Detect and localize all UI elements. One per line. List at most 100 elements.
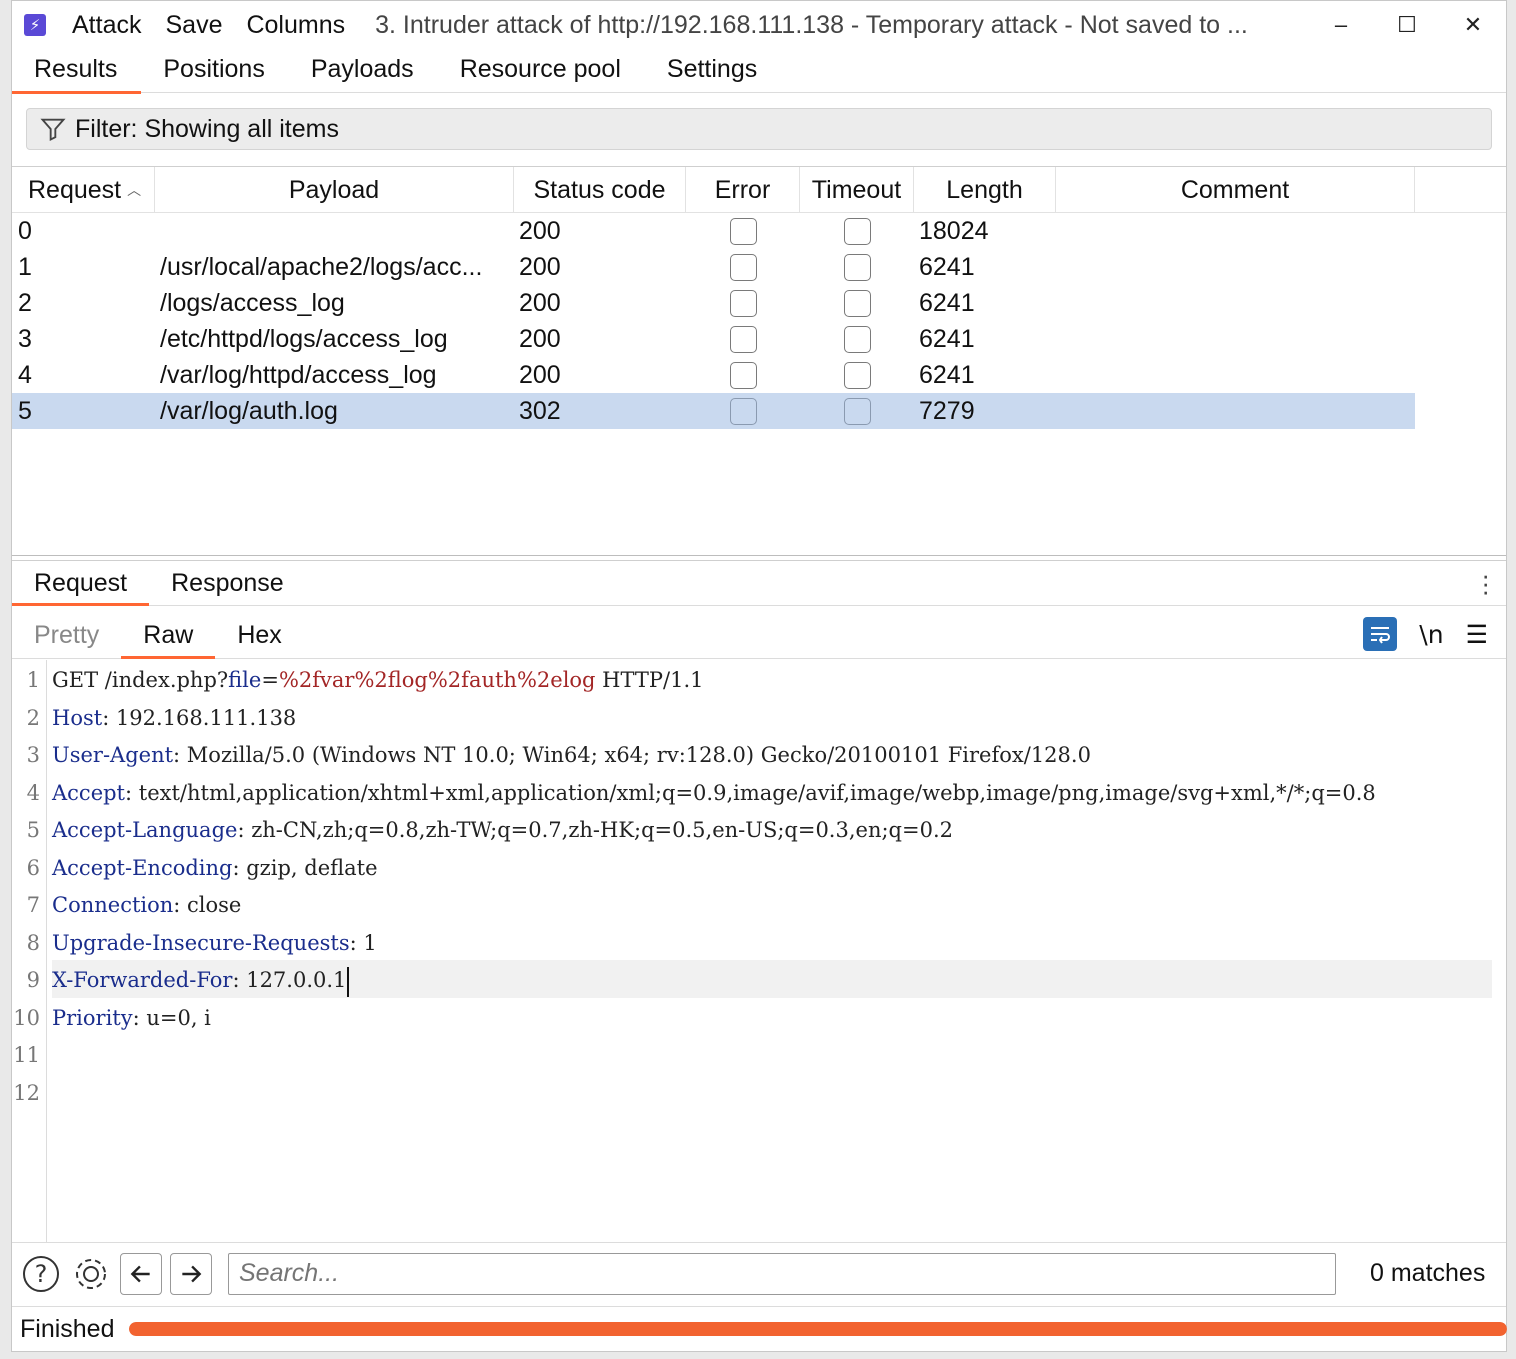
- tab-response[interactable]: Response: [149, 561, 306, 605]
- code-line[interactable]: [52, 1035, 1492, 1073]
- menu-save[interactable]: Save: [165, 11, 222, 40]
- cell-timeout: [800, 285, 914, 321]
- code-text: : 192.168.111.138: [102, 705, 297, 730]
- table-row[interactable]: 2/logs/access_log 200 6241: [12, 285, 1506, 321]
- tab-hex[interactable]: Hex: [215, 609, 303, 658]
- cell-comment: [1056, 285, 1415, 321]
- header-name: Accept: [52, 780, 125, 805]
- line-number-gutter: 1 2 3 4 5 6 7 8 9 10 11 12: [12, 660, 47, 1242]
- newline-toggle[interactable]: \n: [1419, 620, 1443, 649]
- col-timeout[interactable]: Timeout: [800, 167, 914, 213]
- code-line[interactable]: GET /index.php?file=%2fvar%2flog%2fauth%…: [52, 660, 1492, 698]
- search-input[interactable]: [228, 1252, 1336, 1295]
- word-wrap-icon[interactable]: [1363, 617, 1398, 651]
- window-controls: – ☐ ✕: [1308, 1, 1506, 49]
- table-row[interactable]: 5/var/log/auth.log 302 7279: [12, 393, 1415, 429]
- code-line[interactable]: Host: 192.168.111.138: [52, 698, 1492, 736]
- cell-status-code: 200: [519, 216, 561, 245]
- table-row[interactable]: 4/var/log/httpd/access_log 200 6241: [12, 357, 1506, 393]
- more-options-icon[interactable]: · · ·: [1481, 562, 1490, 604]
- col-length[interactable]: Length: [914, 167, 1056, 213]
- burp-app-icon: ⚡: [24, 14, 46, 36]
- code-text: : close: [173, 893, 242, 917]
- text-cursor: [347, 966, 350, 997]
- next-match-button[interactable]: [170, 1252, 212, 1295]
- tab-resource-pool[interactable]: Resource pool: [438, 49, 645, 93]
- line-number: 10: [13, 1005, 40, 1030]
- cell-comment: [1056, 357, 1415, 393]
- cell-status-code: 200: [519, 360, 561, 389]
- menu-attack[interactable]: Attack: [72, 11, 141, 40]
- message-tabs: Request Response · · ·: [12, 560, 1506, 606]
- title-bar: ⚡ Attack Save Columns 3. Intruder attack…: [12, 1, 1506, 49]
- code-line[interactable]: [52, 1073, 1492, 1111]
- col-error[interactable]: Error: [686, 167, 800, 213]
- code-line[interactable]: Upgrade-Insecure-Requests: 1: [52, 923, 1492, 961]
- cell-length: 7279: [919, 396, 975, 425]
- header-name: Host: [52, 705, 103, 730]
- tab-results[interactable]: Results: [12, 49, 142, 94]
- error-checkbox: [729, 217, 757, 245]
- filter-text: Filter: Showing all items: [75, 114, 339, 143]
- previous-match-button[interactable]: [120, 1252, 162, 1295]
- minimize-icon[interactable]: –: [1308, 1, 1374, 49]
- line-number: 12: [13, 1080, 40, 1105]
- tab-positions[interactable]: Positions: [141, 49, 288, 93]
- cell-length: 6241: [919, 324, 975, 353]
- close-icon[interactable]: ✕: [1440, 1, 1506, 49]
- status-text: Finished: [20, 1315, 115, 1343]
- tab-raw[interactable]: Raw: [121, 609, 216, 659]
- code-line[interactable]: X-Forwarded-For: 127.0.0.1: [52, 960, 1492, 998]
- table-row[interactable]: 0 200 18024: [12, 213, 1506, 249]
- code-line[interactable]: Accept-Encoding: gzip, deflate: [52, 848, 1492, 886]
- table-body: 0 200 18024 1/usr/local/apache2/logs/acc...…: [12, 213, 1506, 429]
- filter-bar[interactable]: Filter: Showing all items: [26, 108, 1492, 150]
- maximize-icon[interactable]: ☐: [1374, 1, 1440, 49]
- code-text: : 127.0.0.1: [232, 968, 347, 992]
- tab-pretty[interactable]: Pretty: [12, 609, 121, 658]
- col-request[interactable]: Request ︿: [12, 167, 155, 213]
- code-line[interactable]: Priority: u=0, i: [52, 998, 1492, 1036]
- results-table: Request ︿ Payload Status code Error Timeo…: [12, 166, 1506, 556]
- code-line[interactable]: Accept: text/html,application/xhtml+xml,…: [52, 773, 1492, 811]
- cell-timeout: [800, 321, 914, 357]
- code-line[interactable]: Connection: close: [52, 885, 1492, 923]
- code-text: : 1: [349, 930, 377, 955]
- menu-icon[interactable]: ☰: [1466, 620, 1488, 649]
- table-row[interactable]: 3/etc/httpd/logs/access_log 200 6241: [12, 321, 1506, 357]
- cell-comment: [1056, 249, 1415, 285]
- request-editor[interactable]: 1 2 3 4 5 6 7 8 9 10 11 12 GET /index.php?file=%2fv…: [12, 660, 1506, 1242]
- col-payload[interactable]: Payload: [155, 167, 514, 213]
- col-comment[interactable]: Comment: [1056, 167, 1415, 213]
- timeout-checkbox: [843, 289, 871, 317]
- line-number: 7: [26, 893, 40, 917]
- tab-payloads[interactable]: Payloads: [289, 49, 438, 93]
- cell-error: [686, 321, 800, 357]
- menu-columns[interactable]: Columns: [246, 11, 345, 40]
- cell-error: [686, 357, 800, 393]
- cell-status-code: 200: [519, 324, 561, 353]
- intruder-attack-window: ⚡ Attack Save Columns 3. Intruder attack…: [11, 0, 1507, 1352]
- code-area[interactable]: GET /index.php?file=%2fvar%2flog%2fauth%…: [52, 660, 1492, 1110]
- gear-icon[interactable]: [70, 1253, 112, 1295]
- tab-settings[interactable]: Settings: [645, 49, 781, 93]
- progress-fill: [129, 1322, 1507, 1336]
- header-name: Accept-Encoding: [52, 855, 233, 880]
- cell-error: [686, 213, 800, 249]
- line-number: 6: [26, 855, 40, 880]
- col-request-label: Request: [28, 175, 122, 204]
- match-count: 0 matches: [1370, 1259, 1486, 1287]
- header-name: Connection: [52, 893, 174, 917]
- tab-request[interactable]: Request: [12, 561, 150, 606]
- table-row[interactable]: 1/usr/local/apache2/logs/acc... 200 6241: [12, 249, 1506, 285]
- search-bar: ? 0 matches: [12, 1242, 1506, 1304]
- cell-timeout: [800, 249, 914, 285]
- cell-request: 0: [18, 216, 32, 245]
- window-title: 3. Intruder attack of http://192.168.111…: [375, 10, 1248, 39]
- code-text: HTTP/1.1: [595, 668, 704, 692]
- code-line[interactable]: User-Agent: Mozilla/5.0 (Windows NT 10.0…: [52, 735, 1492, 773]
- code-line[interactable]: Accept-Language: zh-CN,zh;q=0.8,zh-TW;q=…: [52, 810, 1492, 848]
- help-icon[interactable]: ?: [20, 1253, 62, 1295]
- code-text: =: [261, 668, 279, 692]
- col-status-code[interactable]: Status code: [514, 167, 686, 213]
